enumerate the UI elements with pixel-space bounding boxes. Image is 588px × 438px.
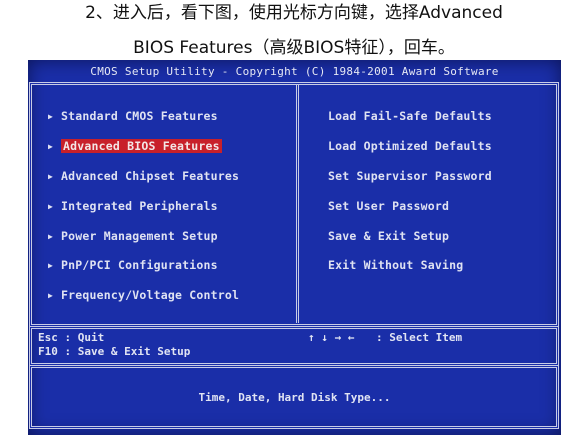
menu-item-label: Integrated Peripherals [61, 199, 218, 213]
menu-divider [296, 84, 297, 323]
menu-item-label: PnP/PCI Configurations [61, 258, 218, 272]
triangle-right-icon: ▶ [48, 202, 54, 211]
menu-item-frequency-voltage-control[interactable]: ▶ Frequency/Voltage Control [48, 288, 239, 302]
triangle-right-icon: ▶ [48, 142, 54, 151]
help-select-item: : Select Item [376, 331, 463, 344]
menu-item-integrated-peripherals[interactable]: ▶ Integrated Peripherals [48, 199, 218, 213]
menu-item-load-fail-safe-defaults[interactable]: Load Fail-Safe Defaults [328, 109, 492, 123]
triangle-right-icon: ▶ [48, 261, 54, 270]
instruction-line-1: 2、进入后，看下图，使用光标方向键，选择Advanced [85, 3, 503, 23]
menu-item-power-management-setup[interactable]: ▶ Power Management Setup [48, 229, 218, 243]
menu-item-label: Frequency/Voltage Control [61, 288, 240, 302]
triangle-right-icon: ▶ [48, 291, 54, 300]
status-description: Time, Date, Hard Disk Type... [198, 391, 391, 404]
menu-item-standard-cmos-features[interactable]: ▶ Standard CMOS Features [48, 109, 218, 123]
help-esc-quit: Esc : Quit [38, 331, 105, 344]
menu-item-advanced-chipset-features[interactable]: ▶ Advanced Chipset Features [48, 169, 239, 183]
triangle-right-icon: ▶ [48, 232, 54, 241]
instruction-line-2: BIOS Features（高级BIOS特征），回车。 [133, 38, 455, 58]
menu-item-label: Standard CMOS Features [61, 109, 218, 123]
triangle-right-icon: ▶ [48, 172, 54, 181]
bios-screen: CMOS Setup Utility - Copyright (C) 1984-… [28, 60, 561, 435]
menu-item-set-supervisor-password[interactable]: Set Supervisor Password [328, 169, 492, 183]
menu-item-set-user-password[interactable]: Set User Password [328, 199, 449, 213]
menu-item-label: Power Management Setup [61, 229, 218, 243]
triangle-right-icon: ▶ [48, 112, 54, 121]
bios-header: CMOS Setup Utility - Copyright (C) 1984-… [90, 65, 499, 78]
menu-item-exit-without-saving[interactable]: Exit Without Saving [328, 258, 463, 272]
menu-item-pnp-pci-configurations[interactable]: ▶ PnP/PCI Configurations [48, 258, 218, 272]
menu-item-label: Advanced Chipset Features [61, 169, 240, 183]
arrow-keys-icon: ↑ ↓ → ← [308, 331, 355, 344]
menu-item-label: Advanced BIOS Features [61, 139, 222, 153]
menu-item-load-optimized-defaults[interactable]: Load Optimized Defaults [328, 139, 492, 153]
menu-item-save-exit-setup[interactable]: Save & Exit Setup [328, 229, 449, 243]
help-f10-save-exit: F10 : Save & Exit Setup [38, 345, 191, 358]
menu-item-advanced-bios-features[interactable]: ▶ Advanced BIOS Features [48, 139, 222, 153]
